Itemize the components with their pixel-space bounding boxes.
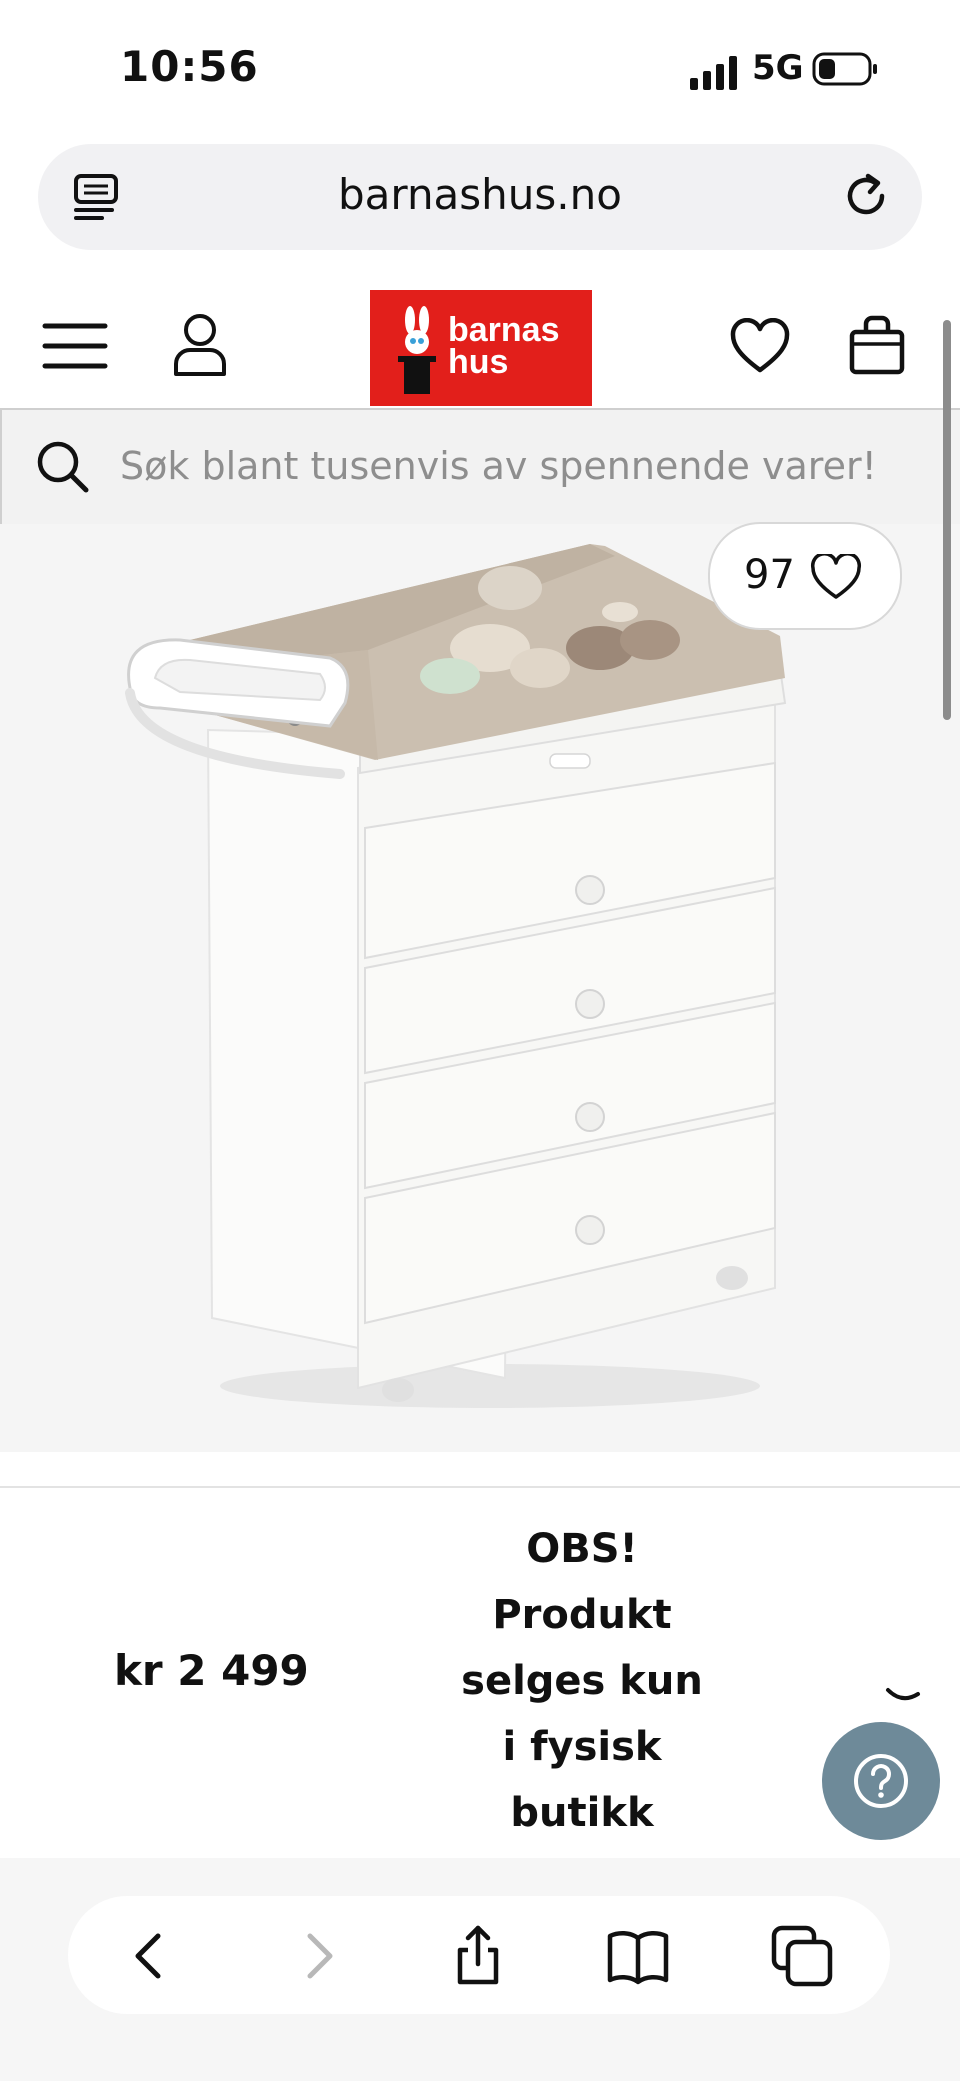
notice-line: selges kun <box>461 1658 703 1704</box>
search-input[interactable] <box>120 436 920 496</box>
signal-icon <box>690 56 737 90</box>
notice-line: butikk <box>510 1790 654 1836</box>
menu-icon[interactable] <box>42 318 108 374</box>
logo-line1: barnas <box>448 311 560 349</box>
search-bar[interactable] <box>0 408 960 526</box>
battery-icon <box>812 52 877 86</box>
store-only-notice: OBS! Produkt selges kun i fysisk butikk <box>440 1516 724 1846</box>
url-text[interactable]: barnashus.no <box>38 170 922 219</box>
product-image[interactable] <box>120 528 800 1418</box>
reload-icon[interactable] <box>840 170 892 222</box>
site-header: barnas hus <box>0 288 960 406</box>
product-price: kr 2 499 <box>114 1646 309 1695</box>
browser-toolbar <box>0 1858 960 2081</box>
forward-icon[interactable] <box>286 1924 350 1988</box>
help-button[interactable] <box>822 1722 940 1840</box>
site-logo[interactable]: barnas hus <box>370 290 592 406</box>
status-bar: 10:56 5G <box>0 0 960 140</box>
bag-icon[interactable] <box>848 314 906 376</box>
notice-line: i fysisk <box>502 1724 662 1770</box>
heart-icon[interactable] <box>730 318 790 374</box>
scrollbar[interactable] <box>943 320 951 720</box>
loading-spinner-icon <box>886 1688 920 1701</box>
toolbar-pill <box>68 1896 890 2014</box>
logo-line2: hus <box>448 343 509 381</box>
tabs-overview-icon[interactable] <box>770 1924 834 1988</box>
user-icon[interactable] <box>172 312 228 378</box>
status-time: 10:56 <box>120 42 259 91</box>
address-bar[interactable]: barnashus.no <box>38 144 922 250</box>
help-icon <box>854 1754 908 1808</box>
bunny-logo-icon <box>398 306 436 394</box>
search-icon[interactable] <box>36 440 90 494</box>
favorites-button[interactable]: 97 <box>708 522 902 630</box>
bookmarks-icon[interactable] <box>606 1924 670 1988</box>
notice-line: Produkt <box>492 1592 672 1638</box>
network-type: 5G <box>752 48 804 88</box>
favorites-count: 97 <box>744 552 795 598</box>
back-icon[interactable] <box>118 1924 182 1988</box>
notice-line: OBS! <box>526 1526 638 1572</box>
heart-outline-icon <box>810 554 862 599</box>
section-divider <box>0 1486 960 1488</box>
share-icon[interactable] <box>446 1924 510 1988</box>
